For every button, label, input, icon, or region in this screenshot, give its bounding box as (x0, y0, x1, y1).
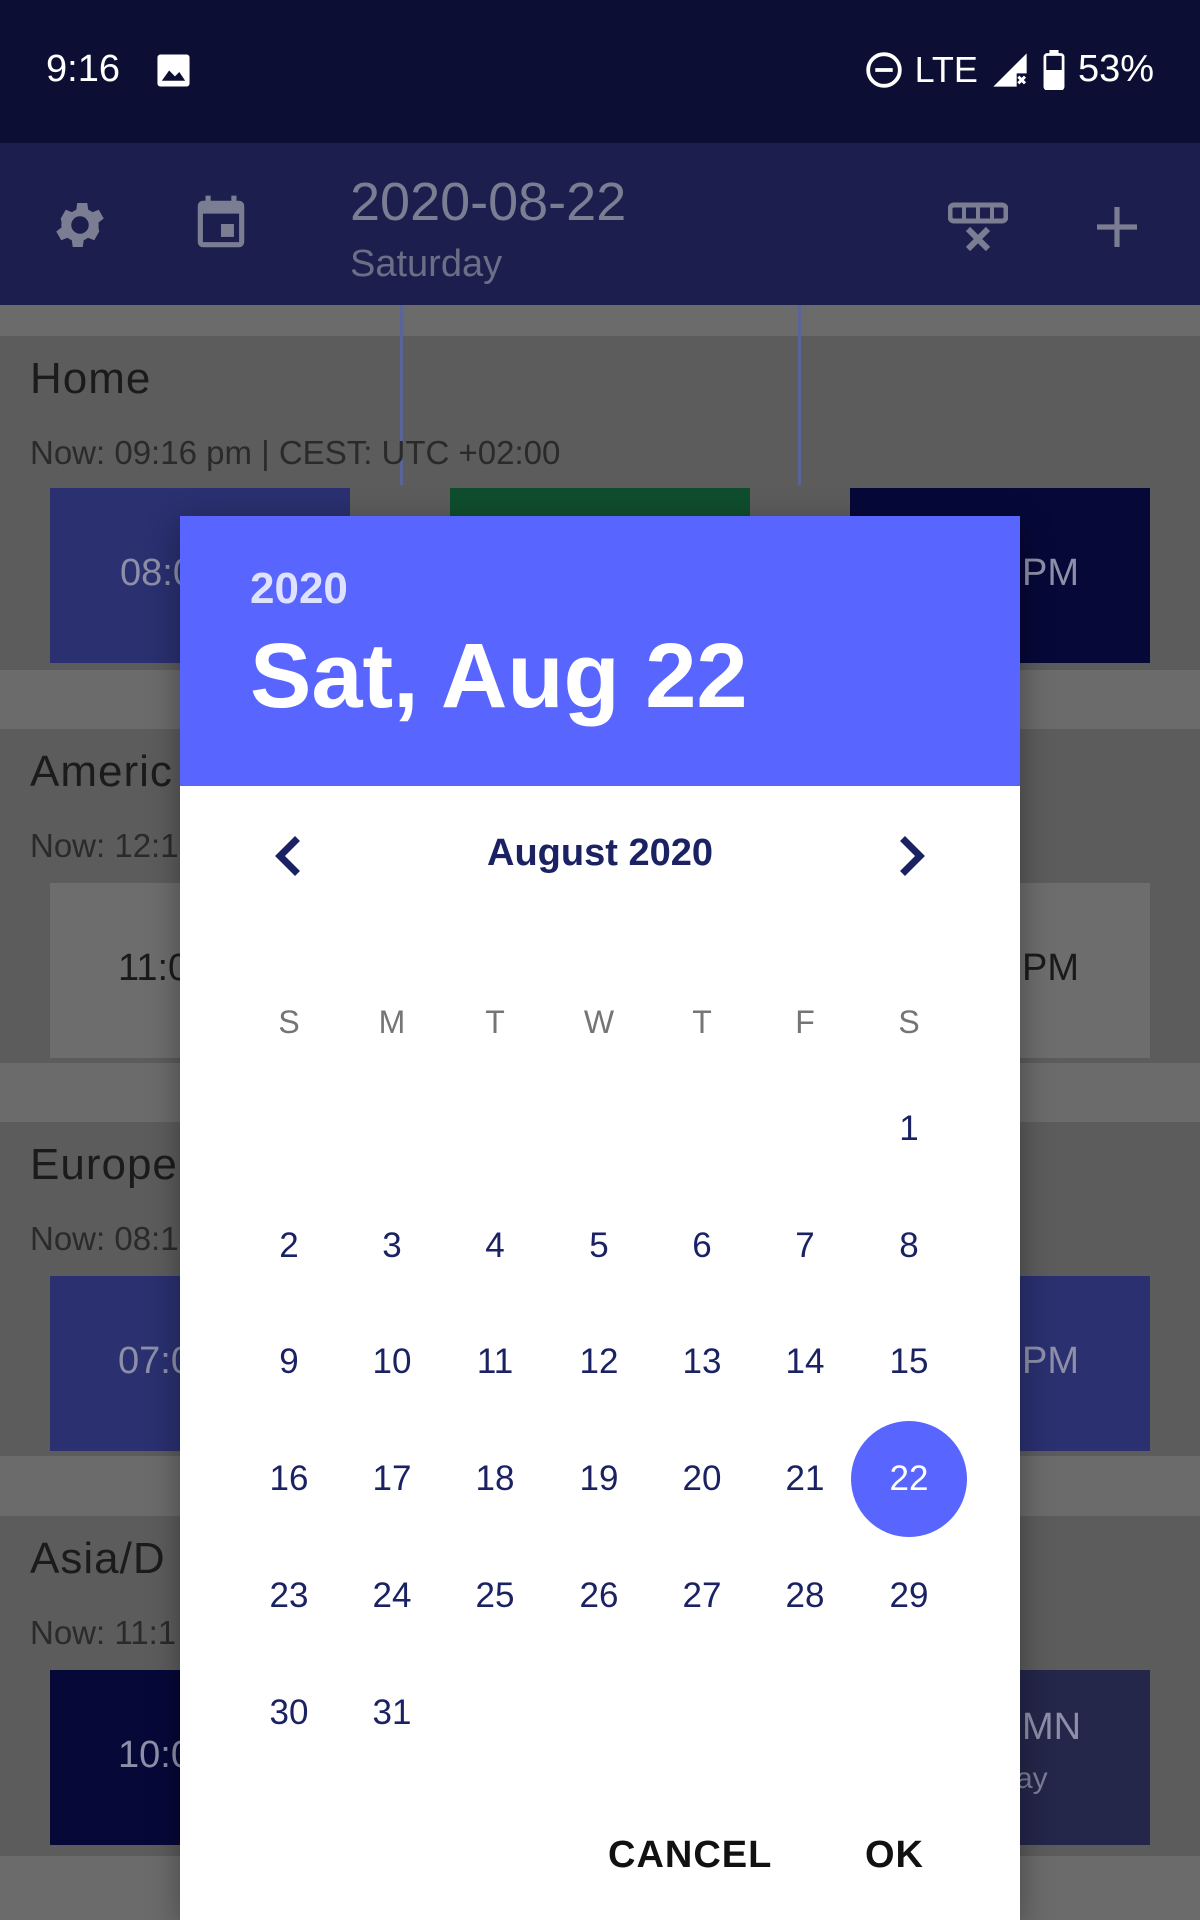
day-cell[interactable]: 13 (644, 1304, 760, 1420)
do-not-disturb-icon (865, 51, 902, 88)
app-bar: 2020-08-22 Saturday (0, 143, 1200, 305)
day-cell[interactable]: 27 (644, 1538, 760, 1654)
header-year[interactable]: 2020 (250, 564, 348, 614)
weekday-label: W (583, 1004, 615, 1040)
zone-title: Home (30, 354, 152, 403)
dialog-header: 2020 Sat, Aug 22 (180, 516, 1020, 786)
status-time: 9:16 (46, 48, 120, 90)
day-cell[interactable]: 23 (231, 1538, 347, 1654)
day-cell[interactable]: 18 (437, 1421, 553, 1537)
day-cell[interactable]: 10 (334, 1304, 450, 1420)
app-bar-date[interactable]: 2020-08-22 (350, 171, 626, 233)
day-cell[interactable]: 20 (644, 1421, 760, 1537)
day-cell[interactable]: 17 (334, 1421, 450, 1537)
day-cell[interactable]: 30 (231, 1655, 347, 1771)
header-date[interactable]: Sat, Aug 22 (250, 624, 748, 729)
day-cell[interactable]: 8 (851, 1188, 967, 1304)
day-cell[interactable]: 7 (747, 1188, 863, 1304)
zone-now: Now: 09:16 pm | CEST: UTC +02:00 (30, 434, 561, 471)
day-cell[interactable]: 25 (437, 1538, 553, 1654)
weekday-label: F (795, 1004, 815, 1040)
selected-day-cell[interactable]: 22 (851, 1421, 967, 1538)
weekday-label: M (378, 1004, 406, 1040)
weekday-label: S (898, 1004, 920, 1040)
signal-icon (993, 52, 1027, 87)
status-bar: 9:16 LTE 53% (0, 0, 1200, 143)
day-cell[interactable]: 26 (541, 1538, 657, 1654)
day-cell[interactable]: 5 (541, 1188, 657, 1304)
zone-now: Now: 08:1 (30, 1220, 179, 1257)
month-navigation: August 2020 (180, 816, 1020, 896)
battery-icon (1043, 49, 1065, 90)
chevron-right-icon[interactable] (880, 826, 940, 886)
day-cell[interactable]: 19 (541, 1421, 657, 1537)
network-type: LTE (914, 48, 978, 90)
zone-title: Americ (30, 747, 173, 796)
day-cell[interactable]: 21 (747, 1421, 863, 1537)
day-cell[interactable]: 4 (437, 1188, 553, 1304)
day-cell[interactable]: 9 (231, 1304, 347, 1420)
day-cell[interactable]: 29 (851, 1538, 967, 1654)
image-icon (157, 54, 190, 87)
battery-percent: 53% (1077, 48, 1154, 90)
zone-now: Now: 12:1 (30, 827, 179, 864)
day-cell[interactable]: 6 (644, 1188, 760, 1304)
grid-remove-icon[interactable] (948, 199, 1008, 255)
day-cell[interactable]: 2 (231, 1188, 347, 1304)
calendar-icon[interactable] (190, 193, 252, 255)
day-cell[interactable]: 3 (334, 1188, 450, 1304)
day-cell[interactable]: 14 (747, 1304, 863, 1420)
gear-icon[interactable] (50, 195, 110, 255)
day-cell[interactable]: 31 (334, 1655, 450, 1771)
day-cell[interactable]: 11 (437, 1304, 553, 1420)
cancel-button[interactable]: CANCEL (608, 1834, 772, 1877)
day-cell[interactable]: 1 (851, 1071, 967, 1187)
ok-button[interactable]: OK (865, 1834, 924, 1877)
day-cell[interactable]: 28 (747, 1538, 863, 1654)
zone-title: Europe (30, 1140, 178, 1189)
day-cell[interactable]: 24 (334, 1538, 450, 1654)
weekday-label: S (278, 1004, 300, 1040)
zone-now: Now: 11:1 (30, 1614, 177, 1651)
weekday-label: T (692, 1004, 712, 1040)
day-cell[interactable]: 16 (231, 1421, 347, 1537)
weekday-label: T (485, 1004, 505, 1040)
plus-icon[interactable] (1093, 203, 1141, 251)
zone-title: Asia/D (30, 1534, 166, 1583)
status-indicators: LTE 53% (865, 48, 1154, 91)
day-cell[interactable]: 15 (851, 1304, 967, 1420)
day-cell[interactable]: 12 (541, 1304, 657, 1420)
date-picker-dialog: 2020 Sat, Aug 22 August 2020 SMTWTFS 123… (180, 516, 1020, 1920)
app-bar-weekday: Saturday (350, 243, 503, 285)
